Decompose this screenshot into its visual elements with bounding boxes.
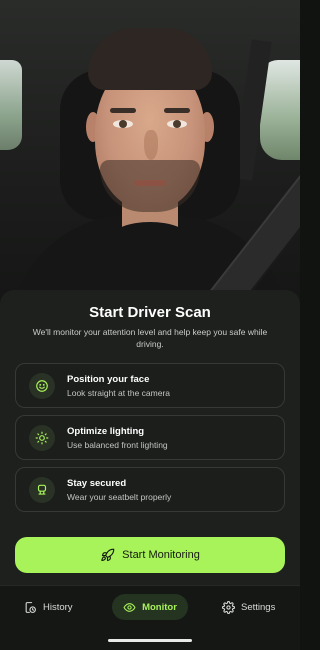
driver-eye-left	[113, 120, 133, 128]
car-window-left	[0, 60, 22, 150]
seatbelt-icon	[29, 476, 55, 503]
tip-title: Position your face	[67, 373, 150, 385]
driver-brow-left	[110, 108, 136, 113]
smile-face-icon	[29, 372, 55, 399]
driver-hair	[88, 28, 212, 90]
scan-title: Start Driver Scan	[89, 304, 211, 321]
nav-settings[interactable]: Settings	[222, 594, 275, 620]
history-icon	[25, 601, 36, 613]
driver-collar	[112, 222, 188, 252]
gear-icon	[222, 600, 235, 614]
rocket-icon	[101, 548, 115, 561]
tip-desc: Wear your seatbelt properly	[67, 491, 172, 502]
scan-subtitle: We'll monitor your attention level and h…	[32, 327, 268, 349]
start-monitoring-button[interactable]: Start Monitoring	[15, 537, 285, 573]
nav-monitor-label: Monitor	[142, 601, 177, 613]
tip-title: Stay secured	[67, 477, 127, 489]
driver-eye-right	[167, 120, 187, 128]
nav-history-label: History	[43, 601, 73, 613]
tip-desc: Use balanced front lighting	[67, 439, 168, 450]
driver-brow-right	[164, 108, 190, 113]
camera-preview	[0, 0, 300, 300]
driver-mouth	[134, 180, 166, 186]
nav-monitor[interactable]: Monitor	[112, 594, 188, 620]
tip-card-secured: Stay secured Wear your seatbelt properly	[15, 467, 285, 512]
eye-icon	[123, 602, 136, 612]
tip-desc: Look straight at the camera	[67, 387, 171, 398]
sun-icon	[29, 424, 55, 451]
nav-settings-label: Settings	[241, 601, 276, 613]
driver-nose	[144, 130, 158, 160]
nav-history[interactable]: History	[24, 594, 73, 620]
home-indicator[interactable]	[108, 639, 192, 642]
tip-title: Optimize lighting	[67, 425, 145, 437]
start-monitoring-label: Start Monitoring	[122, 549, 200, 561]
tip-card-position: Position your face Look straight at the …	[15, 363, 285, 408]
tip-card-lighting: Optimize lighting Use balanced front lig…	[15, 415, 285, 460]
